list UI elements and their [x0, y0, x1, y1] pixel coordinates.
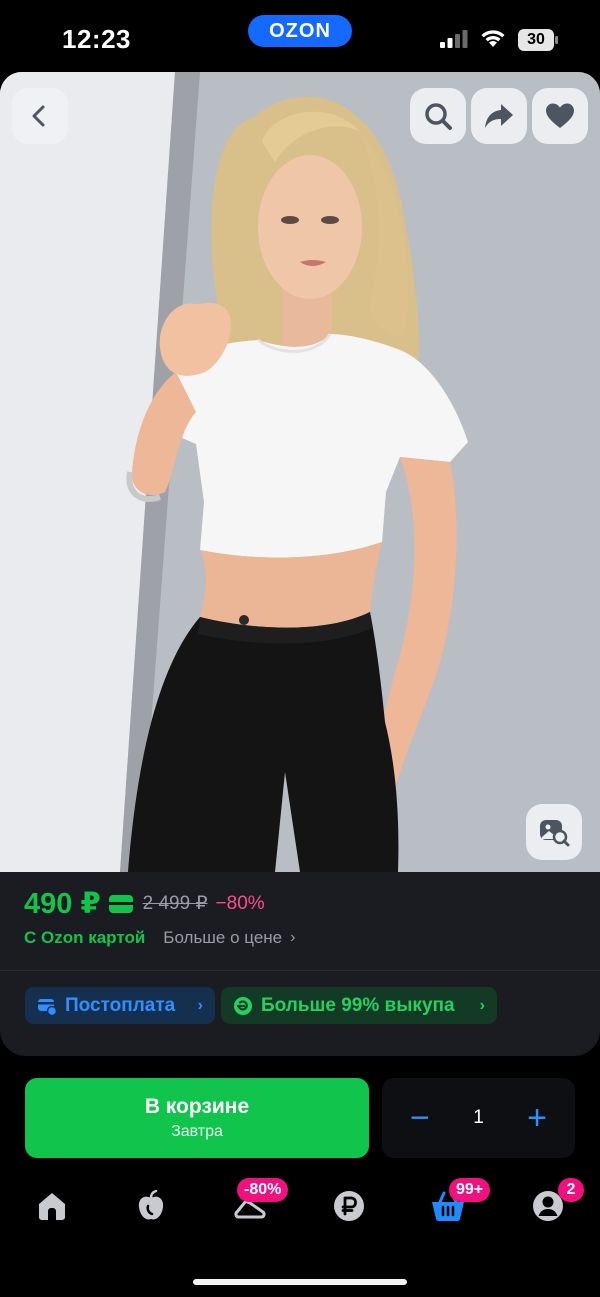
chevron-right-icon: › [479, 996, 485, 1014]
tab-fresh[interactable] [133, 1188, 169, 1224]
divider [0, 970, 600, 971]
product-image [0, 72, 600, 872]
cart-count-badge: 99+ [449, 1178, 491, 1202]
more-about-price-link[interactable]: Больше о цене [163, 928, 282, 948]
signal-icon [440, 30, 468, 48]
in-cart-button[interactable]: В корзине Завтра [25, 1078, 369, 1158]
price-row: 490 ₽ 2 499 ₽ −80% [24, 886, 265, 921]
buyout-label: Больше 99% выкупа [261, 994, 455, 1016]
increase-quantity-button[interactable]: + [527, 1101, 547, 1135]
discount-percent: −80% [215, 892, 265, 914]
home-indicator[interactable] [193, 1279, 407, 1285]
quantity-value: 1 [473, 1107, 484, 1128]
chevron-right-icon: › [197, 996, 203, 1014]
share-icon [485, 104, 513, 128]
buyout-chip[interactable]: Больше 99% выкупа › [221, 987, 497, 1024]
heart-icon [546, 103, 574, 128]
product-photo[interactable] [0, 72, 600, 872]
bottom-tab-bar: -80% 99+ 2 [0, 1170, 600, 1250]
clock: 12:23 [62, 24, 131, 54]
back-button[interactable] [12, 88, 68, 144]
current-price: 490 ₽ [24, 888, 101, 920]
chevron-right-icon: › [290, 929, 296, 946]
similar-search-button[interactable] [526, 804, 582, 860]
search-icon [425, 103, 452, 130]
ozon-app-pill: OZON [248, 15, 352, 47]
postpay-label: Постоплата [65, 994, 176, 1016]
tab-home[interactable] [34, 1188, 70, 1224]
fresh-icon [138, 1190, 164, 1220]
profile-notification-badge: 2 [558, 1178, 584, 1202]
battery-level: 30 [518, 29, 554, 51]
battery-icon: 30 [518, 29, 558, 51]
search-button[interactable] [410, 88, 466, 144]
delivery-date: Завтра [171, 1123, 223, 1140]
tab-finance[interactable] [331, 1188, 367, 1224]
back-icon [32, 105, 45, 127]
ruble-icon [334, 1191, 364, 1221]
postpay-icon [38, 998, 57, 1016]
share-button[interactable] [471, 88, 527, 144]
similar-search-icon [540, 820, 570, 847]
ozon-card-label: С Ozon картой [24, 928, 146, 947]
quantity-stepper: − 1 + [382, 1078, 575, 1158]
postpay-chip[interactable]: Постоплата › [25, 987, 215, 1024]
home-icon [39, 1193, 65, 1220]
sale-badge: -80% [237, 1178, 289, 1202]
wifi-icon [481, 30, 505, 47]
price-card: 490 ₽ 2 499 ₽ −80% С Ozon картой Больше … [0, 872, 600, 1056]
favorite-button[interactable] [532, 88, 588, 144]
status-bar: 12:23 OZON 30 [0, 0, 600, 72]
price-details-row: С Ozon картой Больше о цене › [24, 928, 295, 948]
ozon-card-icon [108, 894, 133, 913]
cart-button-title: В корзине [144, 1095, 250, 1118]
decrease-quantity-button[interactable]: − [410, 1101, 430, 1135]
old-price: 2 499 ₽ [142, 893, 208, 914]
buyout-icon [234, 996, 252, 1015]
